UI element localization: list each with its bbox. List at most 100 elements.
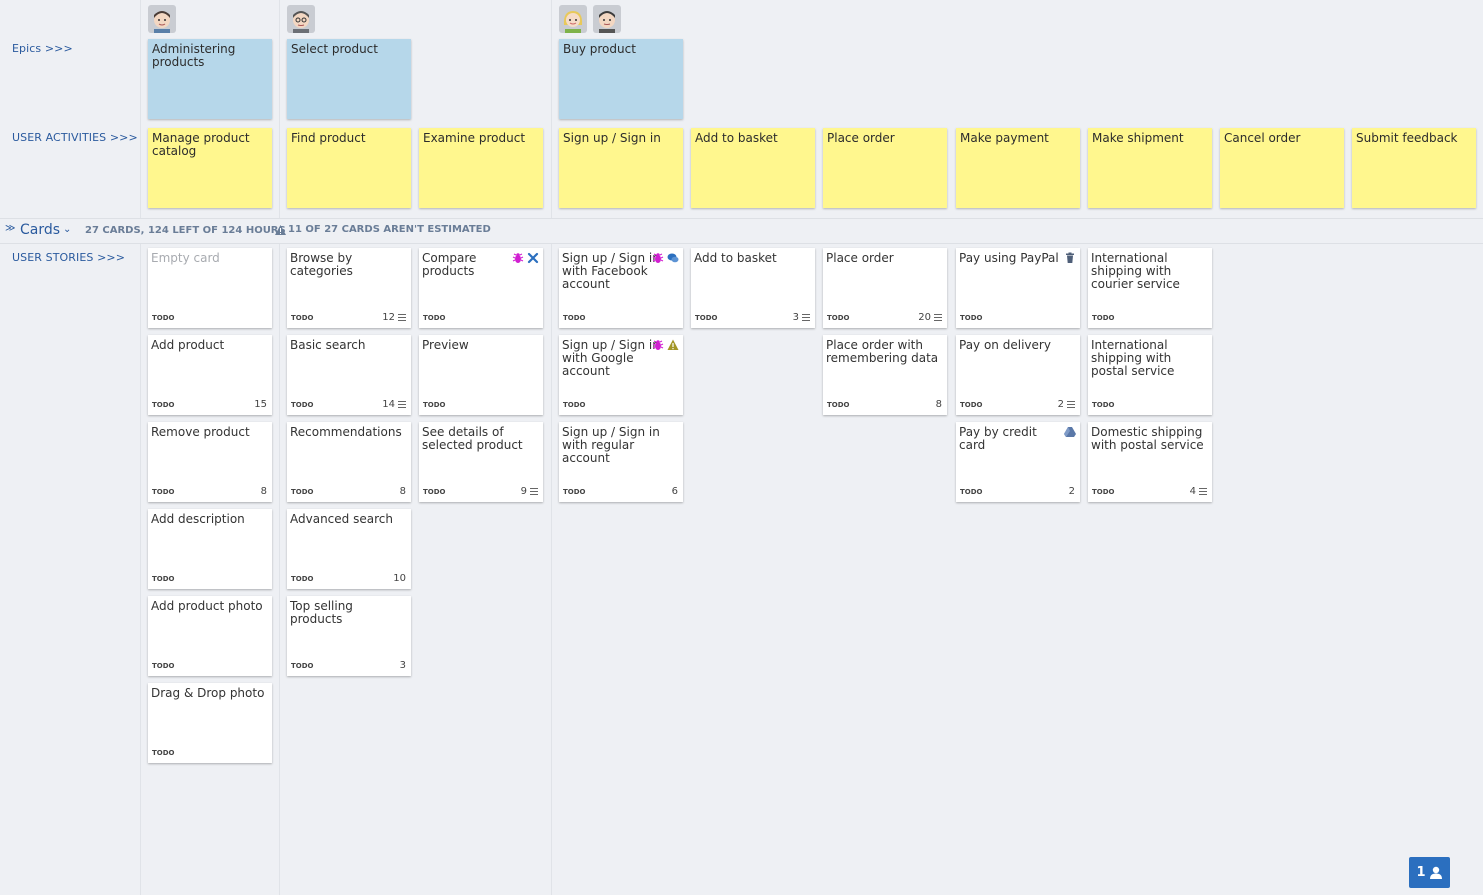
- person-avatar-icon[interactable]: [148, 5, 176, 33]
- card-estimate-value: 8: [935, 399, 942, 410]
- card-title: Recommendations: [290, 425, 402, 439]
- card-status: TODO: [152, 314, 175, 322]
- story-card[interactable]: Sign up / Sign in with Google account TO…: [559, 335, 683, 415]
- activity-card[interactable]: Sign up / Sign in: [559, 128, 683, 208]
- card-status: TODO: [152, 401, 175, 409]
- story-card[interactable]: International shipping with postal servi…: [1088, 335, 1212, 415]
- story-card[interactable]: Domestic shipping with postal service TO…: [1088, 422, 1212, 502]
- story-card[interactable]: Add product photo TODO: [148, 596, 272, 676]
- story-card[interactable]: Browse by categories TODO 12: [287, 248, 411, 328]
- card-status: TODO: [291, 488, 314, 496]
- card-estimate-value: 15: [254, 399, 267, 410]
- card-estimate: 10: [393, 573, 406, 584]
- card-status: TODO: [1092, 401, 1115, 409]
- card-title: Add product: [151, 338, 225, 352]
- story-card[interactable]: Pay by credit card TODO 2: [956, 422, 1080, 502]
- card-status: TODO: [291, 401, 314, 409]
- estimate-warning-text: 11 OF 27 CARDS AREN'T ESTIMATED: [288, 224, 491, 235]
- epic-card[interactable]: Select product: [287, 39, 411, 119]
- story-card[interactable]: Recommendations TODO 8: [287, 422, 411, 502]
- card-estimate: 8: [261, 486, 267, 497]
- story-card[interactable]: Sign up / Sign in with Facebook account …: [559, 248, 683, 328]
- activity-card[interactable]: Place order: [823, 128, 947, 208]
- card-icons: [652, 339, 679, 351]
- chevron-down-icon[interactable]: ⌄: [63, 224, 71, 235]
- story-card[interactable]: Remove product TODO 8: [148, 422, 272, 502]
- card-estimate: 2: [1069, 486, 1075, 497]
- card-title: Place order with remembering data: [826, 338, 939, 365]
- description-lines-icon: [530, 488, 538, 495]
- description-lines-icon: [398, 314, 406, 321]
- card-title: International shipping with postal servi…: [1091, 338, 1175, 378]
- cards-section-title[interactable]: Cards: [20, 222, 60, 238]
- card-icons: [512, 252, 539, 264]
- story-card[interactable]: Compare products TODO: [419, 248, 543, 328]
- story-card[interactable]: Top selling products TODO 3: [287, 596, 411, 676]
- activity-card[interactable]: Submit feedback: [1352, 128, 1476, 208]
- person-avatar-icon[interactable]: [593, 5, 621, 33]
- column-divider: [279, 0, 280, 895]
- card-icons: [1064, 426, 1076, 438]
- card-title: Sign up / Sign in with Facebook account: [562, 251, 660, 291]
- epic-card[interactable]: Administering products: [148, 39, 272, 119]
- story-card[interactable]: See details of selected product TODO 9: [419, 422, 543, 502]
- card-status: TODO: [960, 488, 983, 496]
- activity-card[interactable]: Make payment: [956, 128, 1080, 208]
- column-divider: [140, 0, 141, 895]
- card-estimate-value: 9: [520, 486, 527, 497]
- card-icons: [652, 252, 679, 264]
- card-estimate: 4: [1190, 486, 1207, 497]
- description-lines-icon: [802, 314, 810, 321]
- comments-icon: [667, 253, 679, 263]
- story-card[interactable]: Place order with remembering data TODO 8: [823, 335, 947, 415]
- online-users-count: 1: [1416, 865, 1426, 880]
- card-status: TODO: [423, 401, 446, 409]
- activity-card[interactable]: Manage product catalog: [148, 128, 272, 208]
- person-avatar-icon[interactable]: [287, 5, 315, 33]
- activity-card[interactable]: Make shipment: [1088, 128, 1212, 208]
- cards-section-bar: ≫ Cards ⌄ 27 CARDS, 124 LEFT OF 124 HOUR…: [0, 218, 1483, 244]
- card-status: TODO: [423, 488, 446, 496]
- card-title: Preview: [422, 338, 469, 352]
- card-estimate-value: 6: [671, 486, 678, 497]
- card-title: Add description: [151, 512, 245, 526]
- story-card[interactable]: Drag & Drop photo TODO: [148, 683, 272, 763]
- activity-card[interactable]: Add to basket: [691, 128, 815, 208]
- card-estimate-value: 20: [918, 312, 931, 323]
- online-users-button[interactable]: 1: [1409, 857, 1450, 888]
- card-estimate-value: 2: [1057, 399, 1064, 410]
- card-status: TODO: [1092, 314, 1115, 322]
- cards-summary: 27 CARDS, 124 LEFT OF 124 HOURS: [85, 225, 286, 236]
- story-card[interactable]: Pay using PayPal TODO: [956, 248, 1080, 328]
- story-card[interactable]: Place order TODO 20: [823, 248, 947, 328]
- story-card[interactable]: Empty card TODO: [148, 248, 272, 328]
- card-title: Empty card: [151, 251, 220, 265]
- story-card[interactable]: Sign up / Sign in with regular account T…: [559, 422, 683, 502]
- story-card[interactable]: Add to basket TODO 3: [691, 248, 815, 328]
- story-card[interactable]: Preview TODO: [419, 335, 543, 415]
- story-card[interactable]: Basic search TODO 14: [287, 335, 411, 415]
- card-estimate-value: 3: [792, 312, 799, 323]
- person-avatar-icon[interactable]: [559, 5, 587, 33]
- story-card[interactable]: International shipping with courier serv…: [1088, 248, 1212, 328]
- card-title: Domestic shipping with postal service: [1091, 425, 1204, 452]
- activity-card[interactable]: Cancel order: [1220, 128, 1344, 208]
- card-title: Pay by credit card: [959, 425, 1037, 452]
- card-icons: [1064, 252, 1076, 264]
- card-status: TODO: [695, 314, 718, 322]
- activity-card[interactable]: Find product: [287, 128, 411, 208]
- card-title: International shipping with courier serv…: [1091, 251, 1180, 291]
- card-status: TODO: [960, 314, 983, 322]
- description-lines-icon: [1199, 488, 1207, 495]
- story-card[interactable]: Add description TODO: [148, 509, 272, 589]
- activity-card[interactable]: Examine product: [419, 128, 543, 208]
- epic-card[interactable]: Buy product: [559, 39, 683, 119]
- story-card[interactable]: Pay on delivery TODO 2: [956, 335, 1080, 415]
- collapse-icon[interactable]: ≫: [5, 223, 15, 234]
- card-status: TODO: [152, 749, 175, 757]
- card-status: TODO: [563, 314, 586, 322]
- story-card[interactable]: Add product TODO 15: [148, 335, 272, 415]
- card-estimate: 8: [936, 399, 942, 410]
- card-estimate: 14: [382, 399, 406, 410]
- story-card[interactable]: Advanced search TODO 10: [287, 509, 411, 589]
